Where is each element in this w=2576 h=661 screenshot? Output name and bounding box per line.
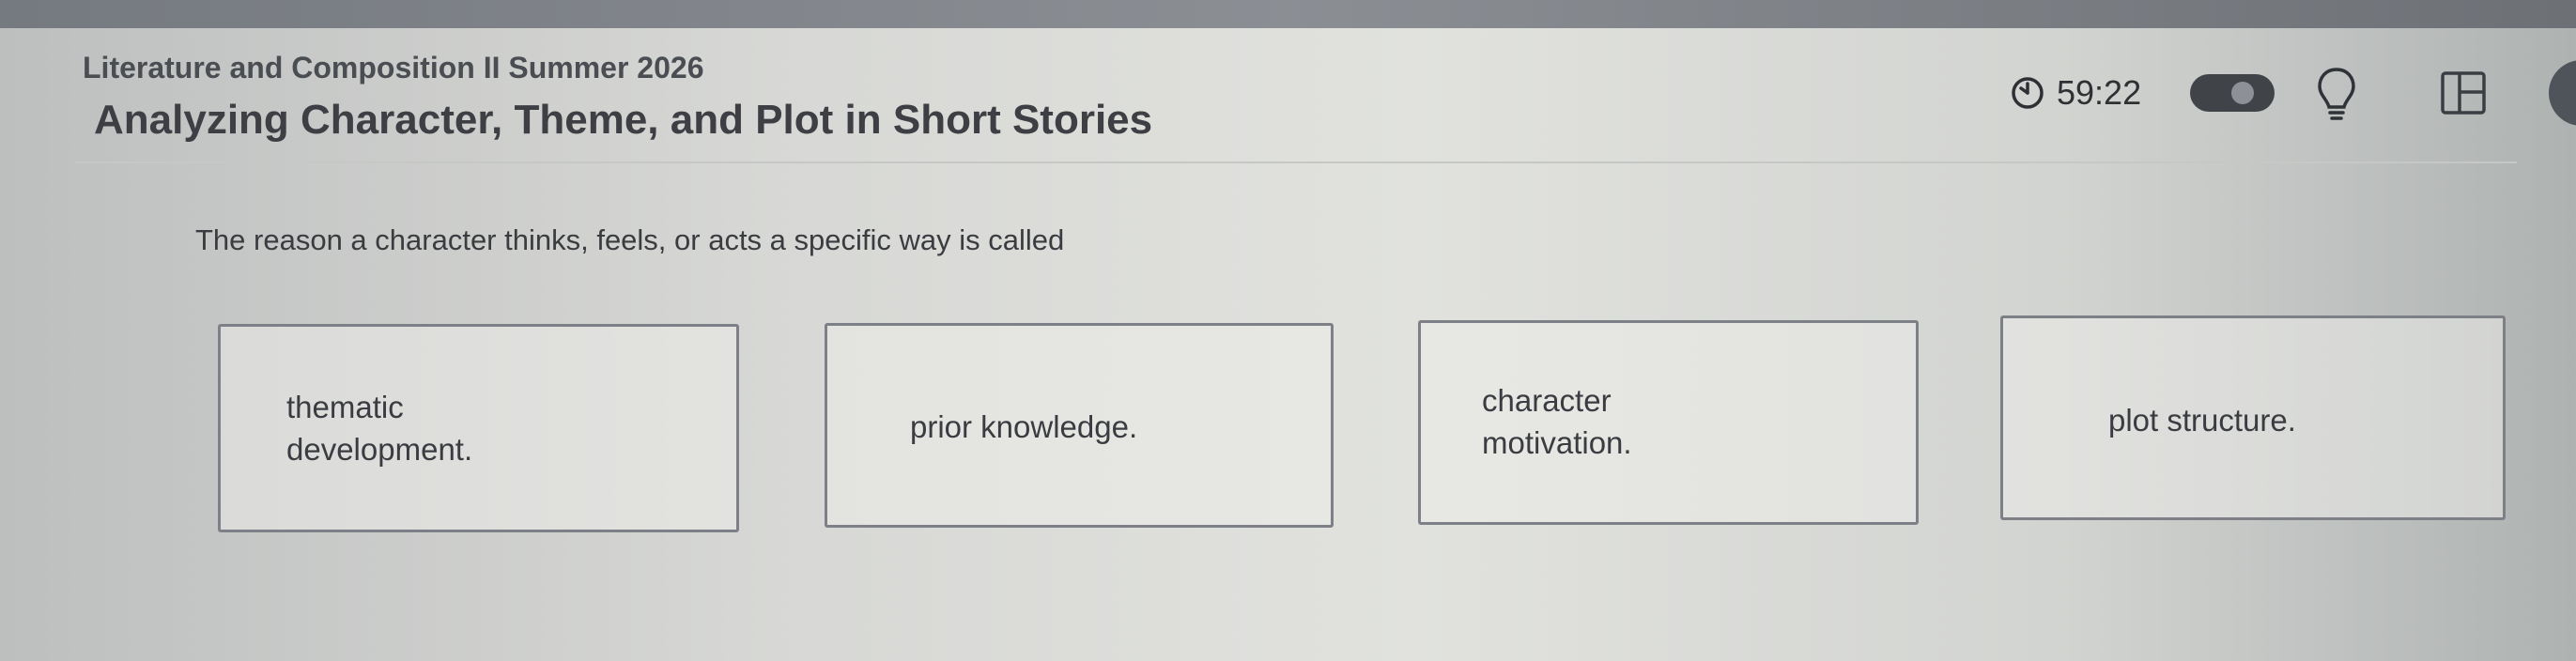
timer-icon: [2012, 77, 2044, 109]
answer-choice-1[interactable]: thematic development.: [218, 324, 739, 532]
answer-choice-label: thematic development.: [286, 390, 473, 467]
timer-text: 59:22: [2057, 73, 2142, 112]
answer-choice-4[interactable]: plot structure.: [2000, 315, 2506, 520]
screen-bezel: [0, 0, 2576, 28]
answer-choice-3[interactable]: character motivation.: [1418, 320, 1919, 525]
toggle-knob: [2231, 82, 2254, 104]
answer-choice-label: character motivation.: [1482, 383, 1632, 460]
answer-choice-2[interactable]: prior knowledge.: [825, 323, 1334, 528]
course-title: Literature and Composition II Summer 202…: [83, 51, 704, 85]
lightbulb-icon[interactable]: [2316, 66, 2357, 122]
layout-icon[interactable]: [2440, 70, 2487, 115]
question-prompt: The reason a character thinks, feels, or…: [195, 223, 1065, 256]
lesson-title: Analyzing Character, Theme, and Plot in …: [94, 97, 1153, 143]
answer-choice-label: plot structure.: [2108, 403, 2296, 438]
timer: 59:22: [2010, 69, 2141, 116]
profile-button[interactable]: [2549, 60, 2576, 126]
header-divider: [75, 161, 2517, 163]
answer-choice-label: prior knowledge.: [910, 409, 1138, 444]
toggle-switch[interactable]: [2190, 74, 2275, 112]
